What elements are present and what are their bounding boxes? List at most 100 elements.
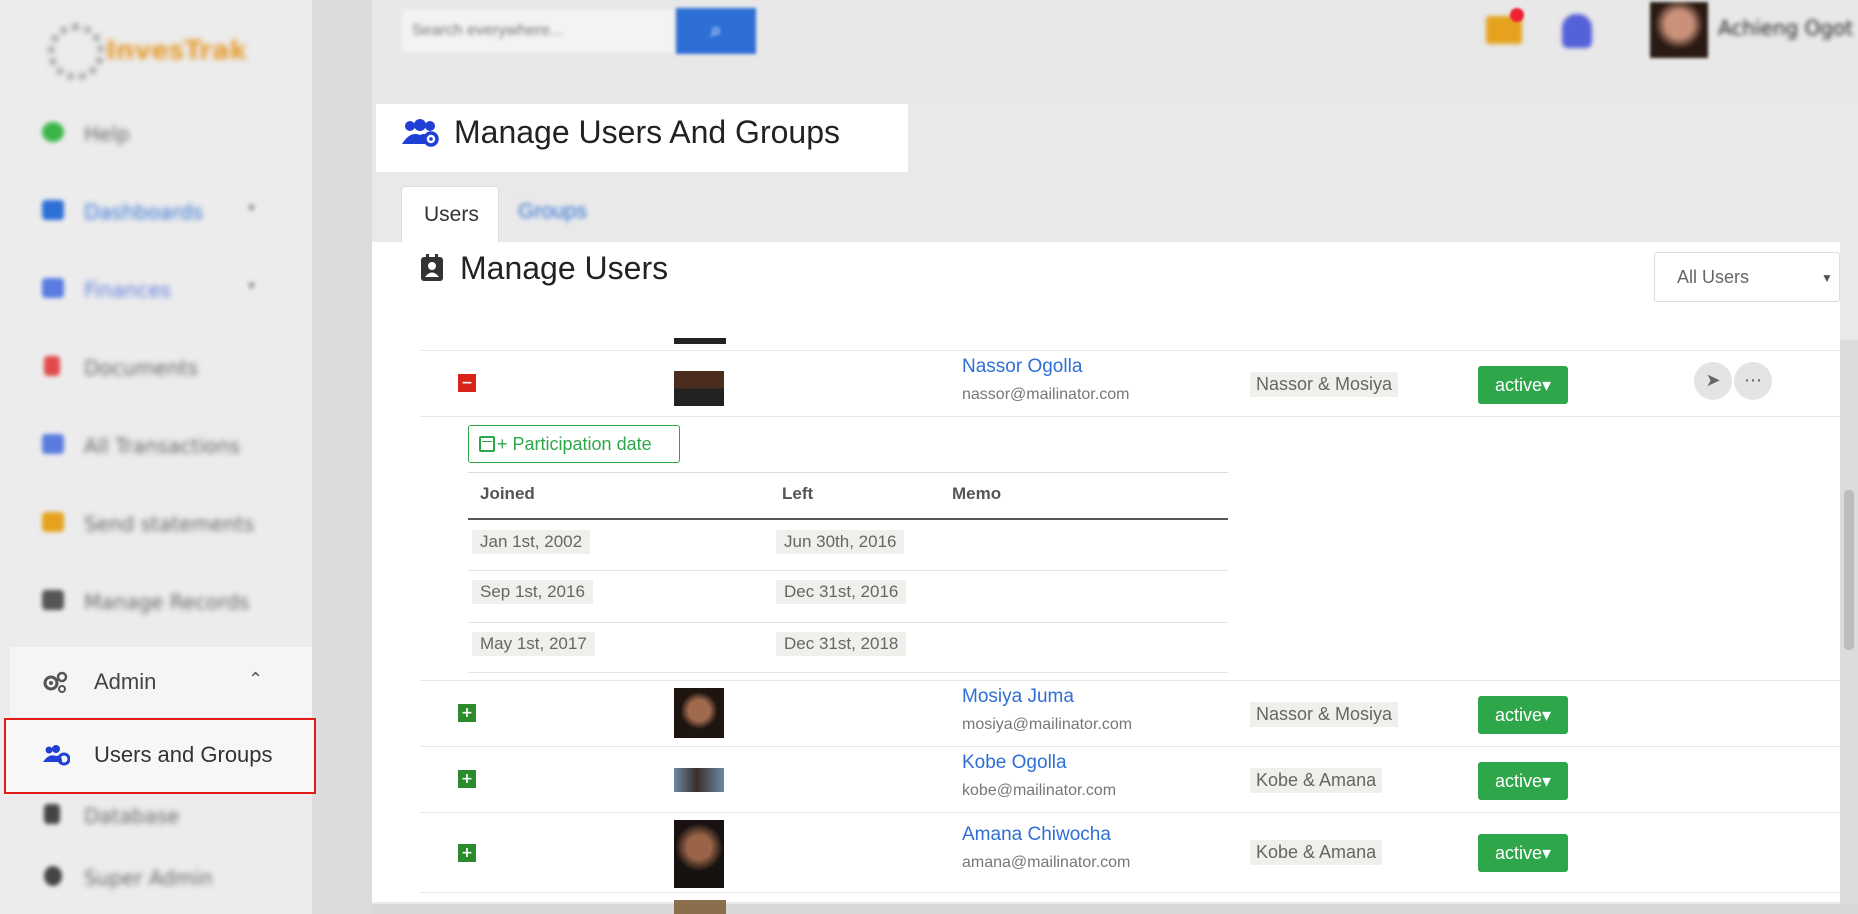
avatar [674,820,724,888]
user-name[interactable]: Achieng Ogot [1718,16,1853,40]
logo-icon [48,24,104,80]
expand-row-icon[interactable]: + [458,844,476,862]
header-divider [468,518,1228,520]
table-border [468,472,1228,473]
user-filter-select[interactable]: All Users ▼ [1654,252,1840,302]
joined-date[interactable]: Sep 1st, 2016 [472,580,593,604]
table-row: + Kobe Ogolla kobe@mailinator.com Kobe &… [420,746,1840,812]
statements-icon [42,512,64,532]
finances-icon [42,278,64,298]
status-dropdown[interactable]: active▾ [1478,762,1568,800]
sidebar-item-label: Dashboards [84,200,203,224]
dashboard-icon [42,200,64,220]
left-date[interactable]: Jun 30th, 2016 [776,530,905,554]
sidebar-item-dashboards[interactable]: Dashboards ▾ [0,186,312,236]
column-header: Left [782,484,814,503]
chevron-down-icon: ▼ [1821,271,1833,285]
participation-table: Joined Left Memo Jan 1st, 2002 Jun 30th,… [468,472,1228,673]
sidebar-item-label: Finances [84,278,171,302]
expand-row-icon[interactable]: + [458,704,476,722]
button-label: + Participation date [497,433,652,454]
scrollbar-thumb[interactable] [1844,490,1854,650]
sidebar-item-label: Admin [94,669,157,694]
document-icon [44,356,60,376]
sidebar-item-label: Users and Groups [94,742,273,767]
database-icon [44,804,60,824]
user-email: amana@mailinator.com [962,854,1131,871]
table-row: + Amana Chiwocha amana@mailinator.com Ko… [420,812,1840,892]
users-cog-icon [400,118,440,152]
section-title: Manage Users [460,250,669,286]
sidebar-item-label: Super Admin [84,866,213,890]
table-row: − Nassor Ogolla nassor@mailinator.com Na… [420,350,1840,416]
app-logo[interactable]: InvesTrak [48,14,268,84]
send-icon[interactable]: ➤ [1694,362,1732,400]
left-date[interactable]: Dec 31st, 2018 [776,632,907,656]
sidebar-item-users-and-groups[interactable]: Users and Groups [4,718,316,794]
row-divider [468,570,1228,571]
users-cog-icon [42,744,71,770]
user-name-link[interactable]: Amana Chiwocha [962,824,1111,846]
tab-label: Users [424,203,479,226]
status-dropdown[interactable]: active▾ [1478,366,1568,404]
sidebar-item-label: All Transactions [84,434,240,458]
user-name-link[interactable]: Kobe Ogolla [962,752,1067,774]
search-button[interactable]: ⌕ [676,8,756,54]
calendar-icon [479,436,495,452]
super-admin-icon [44,866,62,886]
avatar [674,900,726,914]
avatar [674,768,724,792]
joined-date[interactable]: May 1st, 2017 [472,632,595,656]
more-options-icon[interactable]: ⋯ [1734,362,1772,400]
tab-users[interactable]: Users [401,186,499,242]
sidebar-item-super-admin[interactable]: Super Admin [0,852,312,902]
sidebar-item-label: Manage Records [84,590,250,614]
sidebar-item-documents[interactable]: Documents [0,342,312,392]
chevron-down-icon: ▾ [248,200,256,216]
user-name-link[interactable]: Mosiya Juma [962,686,1074,708]
records-icon [42,590,64,610]
left-date[interactable]: Dec 31st, 2016 [776,580,907,604]
collapse-row-icon[interactable]: − [458,374,476,392]
status-dropdown[interactable]: active▾ [1478,696,1568,734]
user-name-link[interactable]: Nassor Ogolla [962,356,1082,378]
joined-date[interactable]: Jan 1st, 2002 [472,530,591,554]
horizontal-scrollbar[interactable] [372,904,1858,914]
add-participation-date-button[interactable]: + Participation date [468,425,680,463]
status-dropdown[interactable]: active▾ [1478,834,1568,872]
sidebar-item-records[interactable]: Manage Records [0,576,312,626]
search-icon: ⌕ [710,19,722,42]
group-badge: Kobe & Amana [1250,840,1383,865]
logo-text: InvesTrak [106,36,247,66]
row-divider [420,416,1840,417]
scrollbar[interactable] [1840,340,1858,914]
avatar [674,338,726,344]
column-header: Joined [480,484,535,503]
sidebar-item-help[interactable]: Help [0,108,312,158]
page-header: Manage Users And Groups [376,104,908,172]
tab-groups[interactable]: Groups [518,200,587,224]
search-input[interactable] [402,10,674,52]
sidebar-item-statements[interactable]: Send statements [0,498,312,548]
chevron-down-icon: ▾ [248,278,256,294]
filter-value: All Users [1677,267,1750,287]
gears-icon [42,671,68,699]
sidebar-item-admin[interactable]: Admin ⌃ [10,647,312,717]
table-row: + Mosiya Juma mosiya@mailinator.com Nass… [420,680,1840,746]
avatar[interactable] [1650,2,1708,58]
sidebar-divider [312,0,372,914]
avatar [674,688,724,738]
bell-icon[interactable] [1562,14,1592,48]
group-badge: Kobe & Amana [1250,768,1383,793]
page-title: Manage Users And Groups [454,114,840,150]
expand-row-icon[interactable]: + [458,770,476,788]
help-icon [42,122,64,142]
group-badge: Nassor & Mosiya [1250,702,1399,727]
sidebar-item-finances[interactable]: Finances ▾ [0,264,312,314]
sidebar-item-database[interactable]: Database [0,790,312,840]
notification-badge [1510,8,1524,22]
sidebar-item-transactions[interactable]: All Transactions [0,420,312,470]
address-book-icon [420,254,444,286]
sidebar-item-label: Send statements [84,512,255,536]
user-email: mosiya@mailinator.com [962,716,1133,733]
